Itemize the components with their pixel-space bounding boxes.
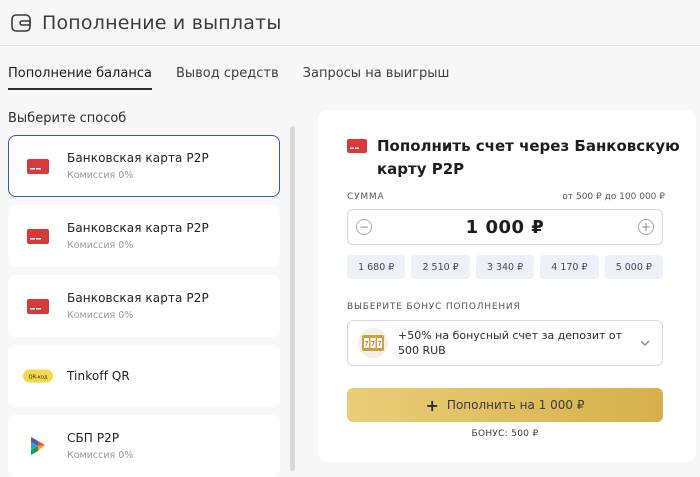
- payment-method-fee: Комиссия 0%: [67, 170, 134, 181]
- preset-amount-button[interactable]: 1 680 ₽: [347, 255, 406, 279]
- page-header: Пополнение и выплаты: [0, 0, 700, 46]
- plus-icon: +: [425, 395, 439, 415]
- payment-method-card-3[interactable]: Банковская карта P2P Комиссия 0%: [8, 275, 280, 337]
- preset-amount-button[interactable]: 2 510 ₽: [411, 255, 470, 279]
- payment-method-tinkoff-qr[interactable]: QR-код Tinkoff QR: [8, 345, 280, 407]
- amount-input[interactable]: 1 000 ₽: [466, 217, 545, 238]
- tab-bar: Пополнение баланса Вывод средств Запросы…: [8, 66, 449, 90]
- amount-range: от 500 ₽ до 100 000 ₽: [562, 192, 665, 202]
- slot-machine-icon: 7 7 7: [358, 328, 388, 358]
- amount-presets: 1 680 ₽ 2 510 ₽ 3 340 ₽ 4 170 ₽ 5 000 ₽: [347, 255, 664, 279]
- deposit-button-label: Пополнить на 1 000 ₽: [446, 398, 585, 412]
- deposit-button[interactable]: + Пополнить на 1 000 ₽: [347, 388, 663, 422]
- payment-method-fee: Комиссия 0%: [67, 240, 134, 251]
- svg-text:7: 7: [377, 340, 381, 348]
- methods-scrollbar[interactable]: [290, 126, 295, 471]
- bank-card-icon: [23, 294, 53, 318]
- payment-method-fee: Комиссия 0%: [67, 450, 134, 461]
- plus-icon[interactable]: +: [638, 219, 654, 235]
- payment-method-name: Банковская карта P2P: [67, 151, 209, 165]
- bonus-note: БОНУС: 500 ₽: [471, 429, 539, 439]
- bank-card-icon: [23, 224, 53, 248]
- deposit-panel: Пополнить счет через Банковскую карту P2…: [318, 110, 696, 462]
- payment-method-name: Банковская карта P2P: [67, 221, 209, 235]
- payment-method-name: Tinkoff QR: [67, 369, 130, 383]
- preset-amount-button[interactable]: 4 170 ₽: [540, 255, 599, 279]
- payment-method-sbp[interactable]: СБП P2P Комиссия 0%: [8, 415, 280, 477]
- payment-method-card-1[interactable]: Банковская карта P2P Комиссия 0%: [8, 135, 280, 197]
- page-title: Пополнение и выплаты: [42, 11, 282, 34]
- payment-method-card-2[interactable]: Банковская карта P2P Комиссия 0%: [8, 205, 280, 267]
- wallet-icon: [11, 13, 31, 32]
- payment-method-name: СБП P2P: [67, 431, 120, 445]
- preset-amount-button[interactable]: 5 000 ₽: [604, 255, 664, 279]
- minus-icon[interactable]: −: [356, 219, 372, 235]
- qr-badge-text: QR-код: [28, 374, 48, 380]
- bonus-label: ВЫБЕРИТЕ БОНУС ПОПОЛНЕНИЯ: [347, 302, 521, 312]
- payment-method-list: Банковская карта P2P Комиссия 0% Банковс…: [8, 135, 280, 477]
- preset-amount-button[interactable]: 3 340 ₽: [475, 255, 535, 279]
- bonus-option-text: +50% на бонусный счет за депозит от 500 …: [398, 329, 623, 357]
- tab-deposit[interactable]: Пополнение баланса: [8, 66, 152, 90]
- tab-withdraw[interactable]: Вывод средств: [176, 66, 279, 90]
- qr-code-icon: QR-код: [23, 364, 53, 388]
- bank-card-icon: [347, 139, 367, 153]
- amount-stepper: − 1 000 ₽ +: [347, 209, 663, 245]
- svg-text:7: 7: [371, 340, 375, 348]
- amount-label: СУММА: [347, 192, 385, 202]
- payment-method-fee: Комиссия 0%: [67, 310, 134, 321]
- tab-win-requests[interactable]: Запросы на выигрыш: [303, 66, 450, 90]
- panel-title: Пополнить счет через Банковскую карту P2…: [377, 137, 680, 178]
- bank-card-icon: [23, 154, 53, 178]
- svg-text:7: 7: [364, 340, 368, 348]
- sbp-icon: [23, 434, 53, 458]
- payment-method-name: Банковская карта P2P: [67, 291, 209, 305]
- bonus-select[interactable]: 7 7 7 +50% на бонусный счет за депозит о…: [347, 320, 663, 366]
- chevron-down-icon: [640, 340, 650, 347]
- methods-label: Выберите способ: [8, 111, 127, 126]
